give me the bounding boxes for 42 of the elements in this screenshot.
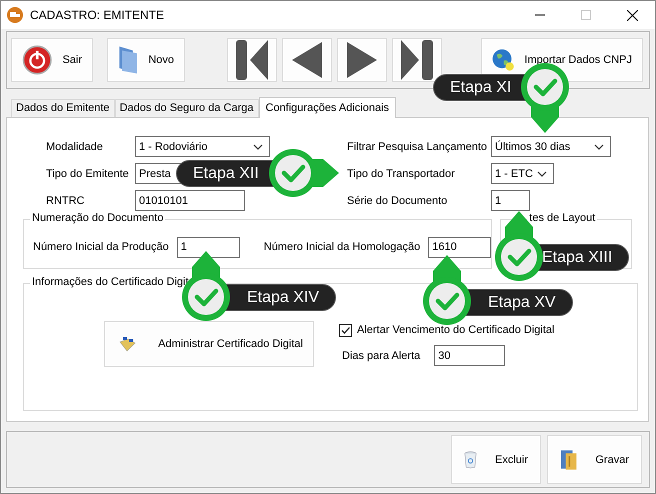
text-field[interactable]: 1610 [428,236,492,258]
group-title: Informações do Certificado Digit [30,276,191,288]
chevron-down-icon [537,170,547,176]
group-title: tes de Layout [527,212,598,224]
checkbox-label: Alertar Vencimento do Certificado Digital [357,324,554,336]
toolbar-button[interactable]: Novo [107,38,185,82]
navigation-button[interactable] [337,38,387,82]
toolbar-button[interactable]: Sair [11,38,93,82]
field-label: Número Inicial da Homologação [264,241,420,253]
dropdown[interactable]: Últimos 30 dias [491,136,611,157]
tab[interactable]: Dados do Emitente [11,99,115,117]
field-label: RNTRC [46,194,86,206]
play-icon [345,40,379,80]
save-button[interactable]: Gravar [547,435,642,484]
text-field[interactable]: 1 [176,236,240,258]
tab[interactable]: Dados do Seguro da Carga [114,99,258,117]
window-title: CADASTRO: EMITENTE [30,8,166,22]
text-field[interactable]: 01010101 [135,190,245,211]
chevron-down-icon [594,144,604,150]
navigation-button[interactable] [282,38,332,82]
field-label: Dias para Alerta [342,350,420,362]
close-icon [626,10,638,20]
navigation-button[interactable] [227,38,277,82]
field-label: Número Inicial da Produção [33,241,169,253]
tab[interactable]: Configurações Adicionais [258,97,396,118]
dropdown[interactable]: 1 - Rodoviário [135,136,270,157]
certificate-button[interactable]: Administrar Certificado Digital [104,321,314,367]
field-label: Série do Documento [347,194,448,206]
field-label: Filtrar Pesquisa Lançamento [347,140,488,152]
dropdown[interactable]: 1 - ETC [491,163,554,184]
field-label: Modalidade [46,140,104,152]
play-back-icon [290,40,324,80]
text-field[interactable]: 1 [491,190,530,211]
group-title: Numeração do Documento [30,212,166,224]
navigation-button[interactable] [392,38,442,82]
text-field[interactable]: 30 [434,345,506,366]
maximize-icon [581,10,591,20]
chevron-down-icon [253,144,263,150]
checkbox[interactable] [339,324,352,336]
field-label: Tipo do Emitente [46,168,130,180]
delete-button[interactable]: Excluir [451,435,541,484]
field-label: Tipo do Transportador [347,168,456,180]
